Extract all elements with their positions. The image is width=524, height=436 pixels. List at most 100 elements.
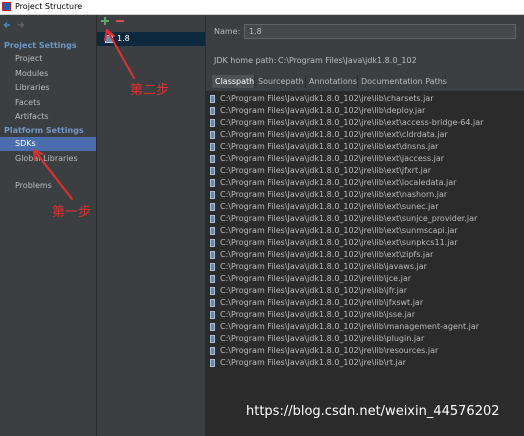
classpath-path: C:\Program Files\Java\jdk1.8.0_102\jre\l… <box>220 238 458 247</box>
classpath-row[interactable]: C:\Program Files\Java\jdk1.8.0_102\jre\l… <box>206 297 524 309</box>
plus-icon[interactable] <box>100 16 110 26</box>
classpath-path: C:\Program Files\Java\jdk1.8.0_102\jre\l… <box>220 322 480 331</box>
jar-icon <box>210 215 215 223</box>
classpath-row[interactable]: C:\Program Files\Java\jdk1.8.0_102\jre\l… <box>206 93 524 105</box>
jar-icon <box>210 347 215 355</box>
classpath-row[interactable]: C:\Program Files\Java\jdk1.8.0_102\jre\l… <box>206 129 524 141</box>
classpath-list[interactable]: C:\Program Files\Java\jdk1.8.0_102\jre\l… <box>206 91 524 436</box>
folder-icon <box>105 35 113 43</box>
jar-icon <box>210 287 215 295</box>
jdk-home-label: JDK home path: <box>214 56 277 65</box>
nav-item-global-libraries[interactable]: Global Libraries <box>0 152 96 166</box>
classpath-row[interactable]: C:\Program Files\Java\jdk1.8.0_102\jre\l… <box>206 105 524 117</box>
classpath-path: C:\Program Files\Java\jdk1.8.0_102\jre\l… <box>220 118 484 127</box>
classpath-path: C:\Program Files\Java\jdk1.8.0_102\jre\l… <box>220 178 457 187</box>
classpath-row[interactable]: C:\Program Files\Java\jdk1.8.0_102\jre\l… <box>206 345 524 357</box>
classpath-row[interactable]: C:\Program Files\Java\jdk1.8.0_102\jre\l… <box>206 237 524 249</box>
classpath-row[interactable]: C:\Program Files\Java\jdk1.8.0_102\jre\l… <box>206 213 524 225</box>
classpath-path: C:\Program Files\Java\jdk1.8.0_102\jre\l… <box>220 130 448 139</box>
jar-icon <box>210 311 215 319</box>
nav-item-problems[interactable]: Problems <box>0 179 96 193</box>
nav-item-artifacts[interactable]: Artifacts <box>0 110 96 124</box>
classpath-row[interactable]: C:\Program Files\Java\jdk1.8.0_102\jre\l… <box>206 357 524 369</box>
jar-icon <box>210 299 215 307</box>
title-bar: Project Structure <box>0 0 524 15</box>
classpath-row[interactable]: C:\Program Files\Java\jdk1.8.0_102\jre\l… <box>206 225 524 237</box>
classpath-row[interactable]: C:\Program Files\Java\jdk1.8.0_102\jre\l… <box>206 165 524 177</box>
classpath-row[interactable]: C:\Program Files\Java\jdk1.8.0_102\jre\l… <box>206 333 524 345</box>
nav-item-project[interactable]: Project <box>0 52 96 66</box>
jar-icon <box>210 275 215 283</box>
classpath-path: C:\Program Files\Java\jdk1.8.0_102\jre\l… <box>220 358 406 367</box>
name-field[interactable] <box>244 24 516 39</box>
classpath-row[interactable]: C:\Program Files\Java\jdk1.8.0_102\jre\l… <box>206 153 524 165</box>
classpath-path: C:\Program Files\Java\jdk1.8.0_102\jre\l… <box>220 298 424 307</box>
jdk-home-path: C:\Program Files\Java\jdk1.8.0_102 <box>278 56 417 65</box>
platform-settings-header: Platform Settings <box>4 126 84 135</box>
classpath-row[interactable]: C:\Program Files\Java\jdk1.8.0_102\jre\l… <box>206 141 524 153</box>
classpath-path: C:\Program Files\Java\jdk1.8.0_102\jre\l… <box>220 142 439 151</box>
classpath-path: C:\Program Files\Java\jdk1.8.0_102\jre\l… <box>220 286 408 295</box>
classpath-row[interactable]: C:\Program Files\Java\jdk1.8.0_102\jre\l… <box>206 309 524 321</box>
classpath-row[interactable]: C:\Program Files\Java\jdk1.8.0_102\jre\l… <box>206 249 524 261</box>
jar-icon <box>210 251 215 259</box>
classpath-row[interactable]: C:\Program Files\Java\jdk1.8.0_102\jre\l… <box>206 273 524 285</box>
jar-icon <box>210 263 215 271</box>
nav-item-modules[interactable]: Modules <box>0 67 96 81</box>
jar-icon <box>210 239 215 247</box>
jar-icon <box>210 167 215 175</box>
jar-icon <box>210 131 215 139</box>
jar-icon <box>210 191 215 199</box>
jar-icon <box>210 227 215 235</box>
jar-icon <box>210 335 215 343</box>
classpath-path: C:\Program Files\Java\jdk1.8.0_102\jre\l… <box>220 190 448 199</box>
jar-icon <box>210 155 215 163</box>
tab-documentation-paths[interactable]: Documentation Paths <box>358 75 447 88</box>
app-icon <box>2 2 11 11</box>
classpath-row[interactable]: C:\Program Files\Java\jdk1.8.0_102\jre\l… <box>206 117 524 129</box>
classpath-row[interactable]: C:\Program Files\Java\jdk1.8.0_102\jre\l… <box>206 189 524 201</box>
classpath-path: C:\Program Files\Java\jdk1.8.0_102\jre\l… <box>220 154 445 163</box>
forward-arrow-icon[interactable] <box>17 21 25 29</box>
tab-sourcepath[interactable]: Sourcepath <box>255 75 306 88</box>
tab-classpath[interactable]: Classpath <box>212 75 255 88</box>
minus-icon[interactable] <box>115 16 125 26</box>
watermark: https://blog.csdn.net/weixin_44576202 <box>246 404 500 419</box>
jar-icon <box>210 359 215 367</box>
step2-annotation: 第二步 <box>130 83 170 98</box>
nav-item-facets[interactable]: Facets <box>0 96 96 110</box>
classpath-path: C:\Program Files\Java\jdk1.8.0_102\jre\l… <box>220 202 439 211</box>
classpath-row[interactable]: C:\Program Files\Java\jdk1.8.0_102\jre\l… <box>206 321 524 333</box>
nav-item-libraries[interactable]: Libraries <box>0 81 96 95</box>
classpath-path: C:\Program Files\Java\jdk1.8.0_102\jre\l… <box>220 346 439 355</box>
project-settings-header: Project Settings <box>4 41 77 50</box>
tab-annotations[interactable]: Annotations <box>306 75 358 88</box>
classpath-row[interactable]: C:\Program Files\Java\jdk1.8.0_102\jre\l… <box>206 261 524 273</box>
jar-icon <box>210 143 215 151</box>
name-label: Name: <box>214 27 241 36</box>
sdk-detail-panel: Name: JDK home path: C:\Program Files\Ja… <box>206 15 524 436</box>
classpath-path: C:\Program Files\Java\jdk1.8.0_102\jre\l… <box>220 250 434 259</box>
classpath-row[interactable]: C:\Program Files\Java\jdk1.8.0_102\jre\l… <box>206 201 524 213</box>
window-title: Project Structure <box>15 2 83 11</box>
classpath-path: C:\Program Files\Java\jdk1.8.0_102\jre\l… <box>220 274 412 283</box>
back-arrow-icon[interactable] <box>3 21 11 29</box>
classpath-path: C:\Program Files\Java\jdk1.8.0_102\jre\l… <box>220 106 426 115</box>
classpath-path: C:\Program Files\Java\jdk1.8.0_102\jre\l… <box>220 310 415 319</box>
jar-icon <box>210 119 215 127</box>
classpath-path: C:\Program Files\Java\jdk1.8.0_102\jre\l… <box>220 94 434 103</box>
left-nav-panel: Project Settings Project Modules Librari… <box>0 15 97 436</box>
nav-item-sdks[interactable]: SDKs <box>0 137 96 151</box>
sdk-item-label: 1.8 <box>117 34 130 43</box>
jar-icon <box>210 95 215 103</box>
classpath-row[interactable]: C:\Program Files\Java\jdk1.8.0_102\jre\l… <box>206 285 524 297</box>
classpath-path: C:\Program Files\Java\jdk1.8.0_102\jre\l… <box>220 334 425 343</box>
classpath-path: C:\Program Files\Java\jdk1.8.0_102\jre\l… <box>220 226 458 235</box>
jar-icon <box>210 323 215 331</box>
classpath-path: C:\Program Files\Java\jdk1.8.0_102\jre\l… <box>220 166 432 175</box>
classpath-row[interactable]: C:\Program Files\Java\jdk1.8.0_102\jre\l… <box>206 177 524 189</box>
jar-icon <box>210 107 215 115</box>
classpath-path: C:\Program Files\Java\jdk1.8.0_102\jre\l… <box>220 262 427 271</box>
jar-icon <box>210 179 215 187</box>
sdk-list-item[interactable]: 1.8 <box>97 32 205 46</box>
